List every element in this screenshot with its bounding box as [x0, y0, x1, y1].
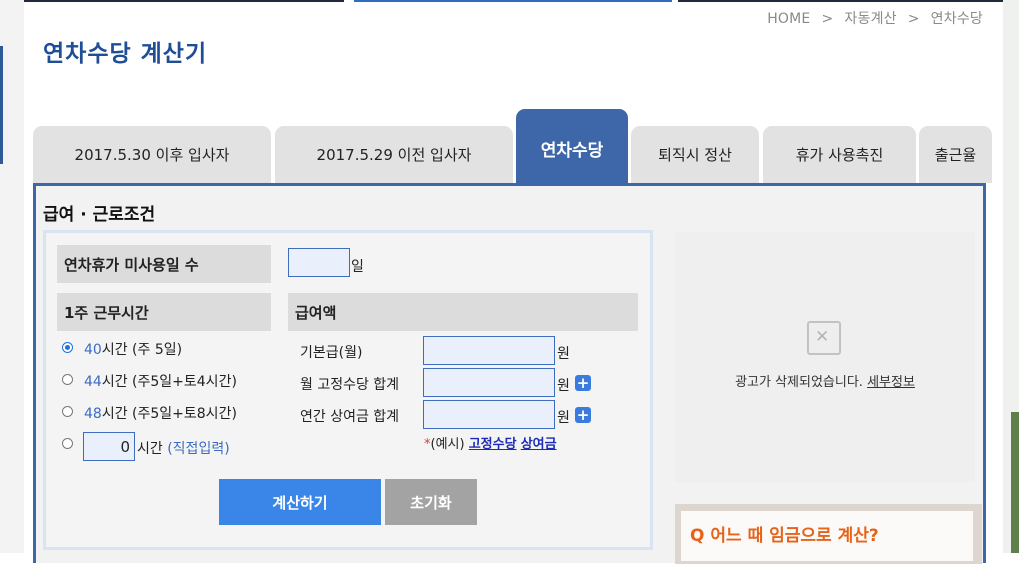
breadcrumb-level2[interactable]: 연차수당	[931, 11, 983, 27]
tab-leave-promotion[interactable]: 휴가 사용촉진	[763, 126, 916, 183]
weekly-hours-label: 1주 근무시간	[57, 293, 271, 331]
breadcrumb: HOME > 자동계산 > 연차수당	[767, 8, 983, 28]
top-border-lines	[24, 0, 1004, 2]
weekly-hours-custom-text: 시간 (직접입력)	[137, 438, 230, 458]
ad-details-link[interactable]: 세부정보	[867, 375, 915, 390]
fixed-allowance-input[interactable]	[423, 368, 555, 397]
close-icon: ✕	[815, 327, 830, 347]
tab-label: 연차수당	[540, 141, 604, 161]
weekly-hours-44-radio[interactable]	[62, 374, 73, 385]
reset-button[interactable]: 초기화	[385, 479, 477, 525]
page-title: 연차수당 계산기	[43, 41, 208, 67]
annual-bonus-unit: 원	[557, 410, 570, 426]
weekly-hours-custom-input[interactable]: 0	[83, 432, 135, 461]
breadcrumb-level1[interactable]: 자동계산	[844, 11, 896, 27]
ad-removed-text: 광고가 삭제되었습니다.	[735, 375, 863, 390]
hours-desc: 시간 (주 5일)	[101, 342, 183, 358]
calculate-button[interactable]: 계산하기	[219, 479, 381, 525]
right-side-image	[1011, 412, 1019, 553]
ad-container	[675, 232, 975, 482]
faq-question[interactable]: Q 어느 때 임금으로 계산?	[690, 521, 879, 546]
tab-label: 2017.5.29 이전 입사자	[316, 146, 472, 164]
annual-bonus-input[interactable]	[423, 400, 555, 429]
fixed-allowance-label: 월 고정수당 합계	[300, 377, 400, 393]
weekly-hours-40-radio[interactable]	[62, 342, 73, 353]
tab-before-2017-5-29[interactable]: 2017.5.29 이전 입사자	[275, 126, 513, 183]
tab-retirement-settlement[interactable]: 퇴직시 정산	[631, 126, 759, 183]
unused-leave-unit: 일	[351, 259, 364, 275]
ad-removed-icon: ✕	[807, 321, 841, 355]
section-heading: 급여 · 근로조건	[43, 205, 156, 225]
example-prefix: (예시)	[430, 437, 465, 452]
custom-hours-unit: 시간	[137, 441, 163, 457]
pay-label: 급여액	[288, 293, 638, 331]
base-pay-input[interactable]	[423, 336, 555, 365]
tab-label: 2017.5.30 이후 입사자	[74, 146, 230, 164]
tab-attendance-rate[interactable]: 출근율	[919, 126, 992, 183]
annual-bonus-label: 연간 상여금 합계	[300, 409, 400, 425]
hours-number: 44	[84, 374, 102, 390]
example-bonus-link[interactable]: 상여금	[521, 437, 557, 452]
ad-message: 광고가 삭제되었습니다. 세부정보	[675, 371, 975, 390]
example-line: *(예시) 고정수당 상여금	[424, 433, 557, 452]
weekly-hours-48-text[interactable]: 48시간 (주5일+토8시간)	[84, 403, 237, 423]
weekly-hours-40-text[interactable]: 40시간 (주 5일)	[84, 339, 182, 359]
tab-label: 출근율	[934, 146, 977, 164]
tab-label: 휴가 사용촉진	[795, 146, 884, 164]
custom-hours-hint: (직접입력)	[167, 441, 230, 457]
left-accent-bar	[0, 46, 3, 164]
fixed-allowance-plus-icon[interactable]: +	[575, 375, 591, 391]
breadcrumb-home[interactable]: HOME	[767, 11, 810, 27]
hours-number: 48	[84, 406, 102, 422]
annual-bonus-plus-icon[interactable]: +	[575, 407, 591, 423]
left-page-margin	[0, 0, 24, 553]
unused-leave-label: 연차휴가 미사용일 수	[57, 245, 271, 283]
hours-desc: 시간 (주5일+토4시간)	[101, 374, 237, 390]
breadcrumb-separator: >	[821, 11, 834, 27]
weekly-hours-48-radio[interactable]	[62, 406, 73, 417]
weekly-hours-44-text[interactable]: 44시간 (주5일+토4시간)	[84, 371, 237, 391]
hours-number: 40	[84, 342, 102, 358]
unused-leave-input[interactable]	[288, 248, 350, 277]
base-pay-label: 기본급(월)	[300, 345, 363, 361]
base-pay-unit: 원	[557, 346, 570, 362]
breadcrumb-separator: >	[907, 11, 920, 27]
tab-after-2017-5-30[interactable]: 2017.5.30 이후 입사자	[33, 126, 271, 183]
hours-desc: 시간 (주5일+토8시간)	[101, 406, 237, 422]
tab-annual-leave-allowance[interactable]: 연차수당	[516, 109, 628, 183]
weekly-hours-custom-radio[interactable]	[62, 438, 73, 449]
example-fixed-allowance-link[interactable]: 고정수당	[469, 437, 517, 452]
fixed-allowance-unit: 원	[557, 378, 570, 394]
tab-label: 퇴직시 정산	[658, 146, 732, 164]
